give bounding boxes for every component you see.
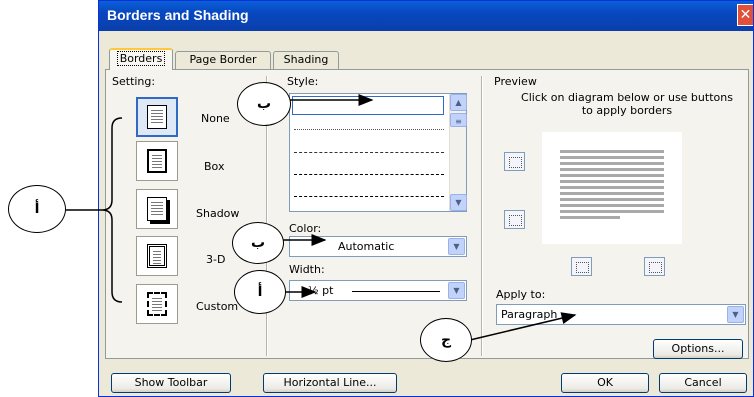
annotation-marker: أ [8,185,66,233]
annotation-marker: ب [237,82,291,126]
tab-borders[interactable]: Borders [109,48,173,70]
annotation-marker: ب [232,222,284,264]
annotation-marker: ج [420,318,472,362]
annotation-marker: أ [234,270,286,314]
